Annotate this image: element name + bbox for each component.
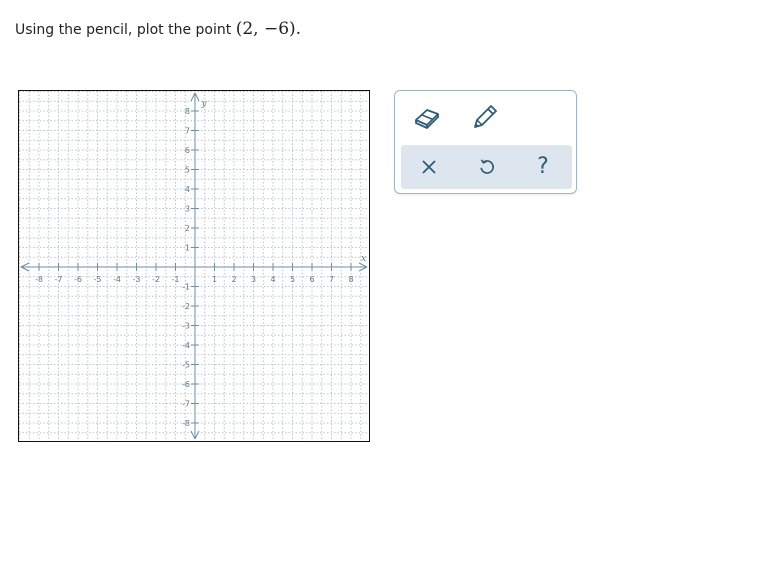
y-tick-label: -1: [182, 283, 190, 292]
y-tick-label: 2: [185, 224, 190, 233]
y-tick-label: 6: [185, 146, 190, 155]
help-icon: ?: [537, 154, 549, 179]
x-tick-label: 3: [251, 275, 256, 284]
prompt-point: (2, −6): [235, 19, 296, 39]
y-tick-label: 5: [185, 166, 190, 175]
x-tick-label: 6: [309, 275, 314, 284]
x-tick-label: 1: [212, 275, 217, 284]
x-tick-label: -1: [172, 275, 180, 284]
eraser-icon: [415, 109, 439, 129]
y-tick-label: -6: [182, 380, 190, 389]
clear-button[interactable]: [409, 149, 449, 185]
x-tick-label: 2: [231, 275, 236, 284]
y-tick-label: -4: [182, 341, 190, 350]
graph-toolbar: ?: [394, 90, 577, 194]
undo-icon: [480, 159, 494, 174]
y-tick-label: -5: [182, 361, 190, 370]
y-tick-label: 4: [185, 185, 190, 194]
y-tick-label: 8: [185, 107, 190, 116]
eraser-button[interactable]: [407, 99, 447, 135]
y-tick-label: -3: [182, 322, 190, 331]
x-tick-label: -4: [113, 275, 121, 284]
close-icon: [422, 160, 436, 174]
x-tick-label: 7: [329, 275, 334, 284]
y-tick-label: -2: [182, 302, 190, 311]
pencil-button[interactable]: [465, 99, 505, 135]
x-tick-label: 5: [290, 275, 295, 284]
question-prompt: Using the pencil, plot the point (2, −6)…: [15, 19, 301, 39]
help-button[interactable]: ?: [523, 149, 563, 185]
x-tick-label: -5: [94, 275, 102, 284]
pencil-icon: [474, 105, 497, 128]
x-tick-label: -6: [74, 275, 82, 284]
x-tick-label: -3: [133, 275, 141, 284]
x-tick-label: -8: [35, 275, 43, 284]
x-tick-label: 4: [270, 275, 275, 284]
y-axis-label: y: [200, 99, 207, 109]
x-tick-label: -2: [152, 275, 160, 284]
undo-button[interactable]: [467, 149, 507, 185]
y-tick-label: -7: [182, 400, 190, 409]
prompt-end: .: [295, 19, 302, 39]
y-tick-label: 7: [185, 127, 190, 136]
coordinate-graph[interactable]: -8 -7 -6 -5 -4 -3 -2 -1 1 2 3 4 5 6 7 8 8 7 6 5 4 3 2 1 -1 -2 -3 -4…: [18, 90, 370, 442]
y-tick-label: -8: [182, 419, 190, 428]
prompt-text: Using the pencil, plot the point: [15, 22, 232, 38]
x-tick-label: -7: [55, 275, 63, 284]
x-axis-label: x: [361, 254, 366, 264]
y-tick-label: 3: [185, 205, 190, 214]
graph-canvas[interactable]: -8 -7 -6 -5 -4 -3 -2 -1 1 2 3 4 5 6 7 8 8 7 6 5 4 3 2 1 -1 -2 -3 -4…: [19, 91, 369, 441]
action-bar: ?: [401, 145, 572, 189]
x-tick-label: 8: [348, 275, 353, 284]
y-tick-label: 1: [185, 244, 190, 253]
